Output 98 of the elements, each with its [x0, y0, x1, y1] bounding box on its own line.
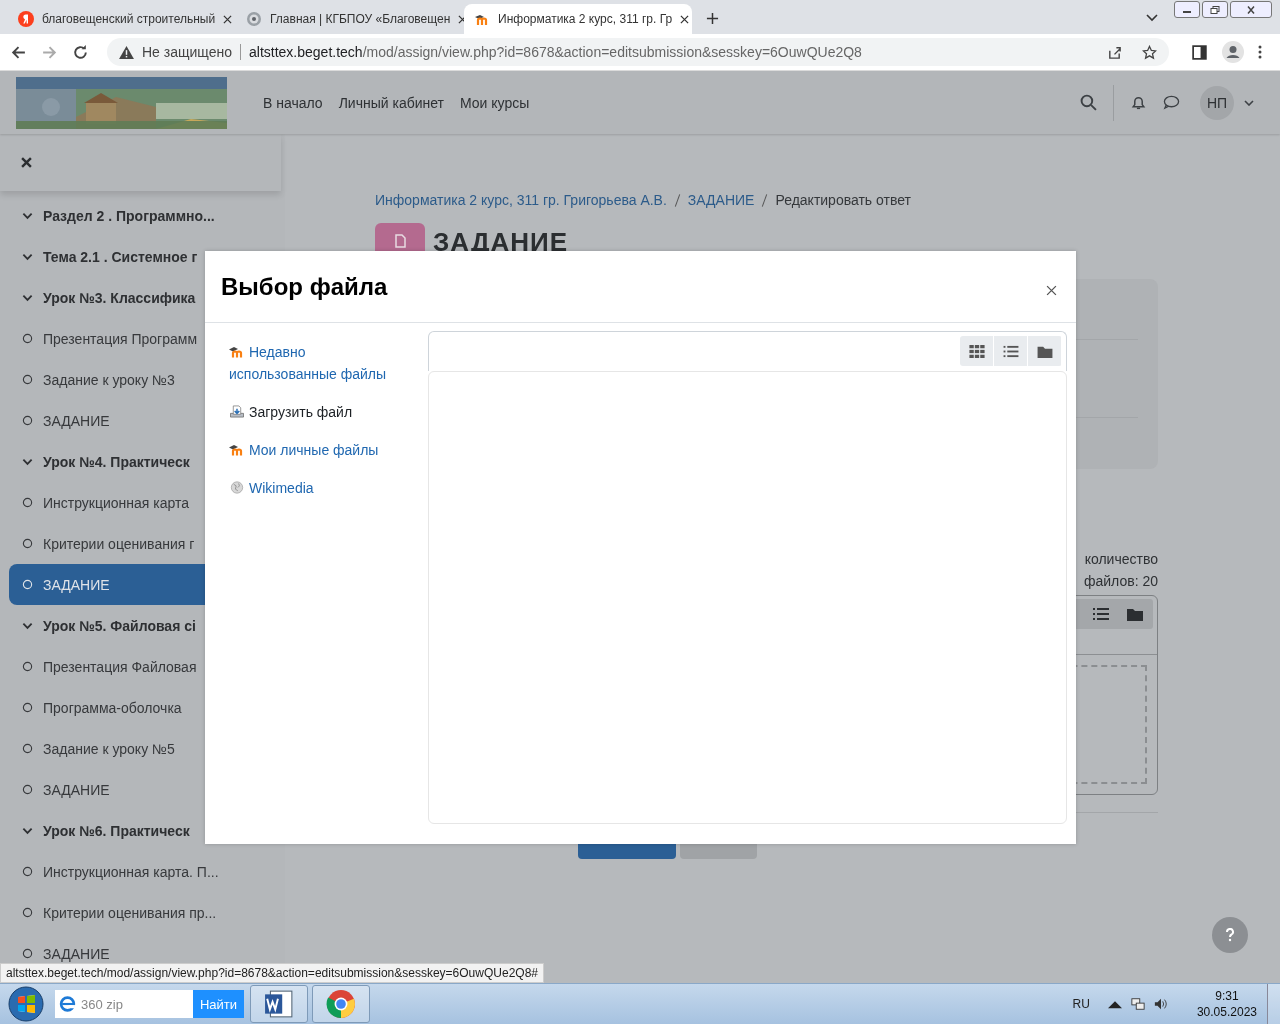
- breadcrumb-link[interactable]: ЗАДАНИЕ: [687, 192, 755, 208]
- address-bar[interactable]: Не защищено altsttex.beget.tech/mod/assign/view.php?id=8678&action=editsubmission&sesskey=6OuwQUe2Q8: [107, 38, 1169, 66]
- language-indicator[interactable]: RU: [1072, 997, 1090, 1011]
- url-text: altsttex.beget.tech/mod/assign/view.php?id=8678&action=editsubmission&sesskey=6OuwQUe2Q8: [249, 44, 862, 60]
- browser-tab[interactable]: Информатика 2 курс, 311 гр. Гр: [464, 4, 692, 34]
- page-title: ЗАДАНИЕ: [433, 226, 569, 257]
- course-index-item[interactable]: Раздел 2 . Программно...: [9, 195, 275, 236]
- course-index-item[interactable]: ЗАДАНИЕ: [9, 769, 275, 810]
- circle-icon: [22, 743, 33, 754]
- circle-icon: [22, 948, 33, 959]
- restore-icon: [1210, 5, 1220, 14]
- upload-icon: [229, 405, 245, 418]
- user-avatar[interactable]: НП: [1200, 85, 1234, 120]
- browser-icon[interactable]: [55, 990, 81, 1018]
- new-tab-icon[interactable]: [706, 12, 719, 25]
- repository-link[interactable]: Недавно использованные файлы: [229, 341, 417, 385]
- close-button[interactable]: [1230, 1, 1272, 18]
- find-button[interactable]: Найти: [193, 990, 244, 1018]
- course-index-item[interactable]: Урок №5. Файловая сі: [9, 605, 275, 646]
- help-button[interactable]: [1212, 917, 1248, 953]
- share-icon[interactable]: [1107, 44, 1122, 60]
- globe-icon: [229, 481, 245, 494]
- nav-link[interactable]: Мои курсы: [459, 94, 530, 111]
- circle-icon: [22, 538, 33, 549]
- circle-icon: [22, 579, 33, 590]
- warning-icon: [119, 45, 134, 59]
- start-button[interactable]: [8, 986, 44, 1022]
- chevron-down-icon: [22, 621, 33, 630]
- restore-button[interactable]: [1202, 1, 1228, 18]
- network-icon[interactable]: [1130, 997, 1145, 1011]
- circle-icon: [22, 497, 33, 508]
- list-view-icon[interactable]: [1093, 607, 1109, 621]
- limit-text: количество: [1084, 550, 1158, 569]
- url-tooltip: altsttex.beget.tech/mod/assign/view.php?id=8678&action=editsubmission&sesskey=6OuwQUe2Q8#: [0, 963, 544, 983]
- show-desktop-button[interactable]: [1267, 984, 1280, 1024]
- bell-icon[interactable]: [1130, 94, 1147, 111]
- search-icon[interactable]: [1080, 94, 1097, 111]
- circle-icon: [22, 784, 33, 795]
- chevron-down-icon: [22, 826, 33, 835]
- profile-icon[interactable]: [1222, 41, 1244, 63]
- question-icon: [1225, 928, 1235, 942]
- chevron-down-icon: [22, 457, 33, 466]
- repository-link[interactable]: Мои личные файлы: [229, 439, 417, 461]
- folder-icon[interactable]: [1127, 607, 1143, 621]
- course-index-item[interactable]: Критерии оценивания пр...: [9, 892, 275, 933]
- document-icon: [264, 989, 294, 1019]
- course-index-item[interactable]: Презентация Файловая: [9, 646, 275, 687]
- course-index-item[interactable]: Критерии оценивания г: [9, 523, 275, 564]
- chrome-taskbar-button[interactable]: [312, 985, 370, 1023]
- close-icon: [1246, 5, 1256, 14]
- nav-link[interactable]: В начало: [263, 94, 323, 111]
- reload-icon[interactable]: [72, 43, 89, 61]
- globe-icon: [246, 11, 262, 27]
- browser-tab[interactable]: благовещенский строительный: [8, 4, 236, 34]
- browser-logo-icon: [326, 989, 356, 1019]
- word-taskbar-button[interactable]: [250, 985, 308, 1023]
- close-icon[interactable]: [21, 157, 32, 168]
- menu-icon[interactable]: [1258, 44, 1262, 60]
- moodle-icon: [229, 443, 245, 456]
- volume-icon[interactable]: [1153, 997, 1168, 1011]
- circle-icon: [22, 866, 33, 877]
- course-index-item[interactable]: Урок №6. Практическ: [9, 810, 275, 851]
- repository-link[interactable]: Загрузить файл: [229, 401, 417, 423]
- star-icon[interactable]: [1142, 44, 1157, 60]
- security-label: Не защищено: [142, 44, 232, 60]
- clock-date[interactable]: 30.05.2023: [1196, 1004, 1257, 1020]
- course-index-item[interactable]: Задание к уроку №5: [9, 728, 275, 769]
- yandex-icon: [18, 11, 34, 27]
- circle-icon: [22, 333, 33, 344]
- chat-icon[interactable]: [1163, 94, 1180, 111]
- folder-icon: [1036, 344, 1053, 358]
- close-icon[interactable]: [1046, 285, 1057, 296]
- search-field[interactable]: 360 zip: [81, 990, 193, 1018]
- course-index-item[interactable]: Инструкционная карта. П...: [9, 851, 275, 892]
- clock-time[interactable]: 9:31: [1215, 988, 1239, 1004]
- grid-icon: [968, 344, 985, 358]
- circle-icon: [22, 907, 33, 918]
- moodle-icon: [229, 345, 245, 358]
- breadcrumb-link[interactable]: Информатика 2 курс, 311 гр. Григорьева А.В.: [375, 192, 667, 208]
- repository-link[interactable]: Wikimedia: [229, 477, 417, 499]
- course-index-item[interactable]: Программа-оболочка: [9, 687, 275, 728]
- circle-icon: [22, 374, 33, 385]
- circle-icon: [22, 415, 33, 426]
- close-icon[interactable]: [680, 14, 690, 24]
- close-icon[interactable]: [223, 14, 233, 24]
- side-panel-icon[interactable]: [1191, 43, 1208, 61]
- breadcrumb-current: Редактировать ответ: [775, 192, 911, 208]
- nav-link[interactable]: Личный кабинет: [338, 94, 444, 111]
- list-icon: [1002, 344, 1019, 358]
- limit-text: файлов: 20: [1083, 572, 1158, 591]
- chevron-down-icon[interactable]: [1146, 14, 1158, 22]
- minimize-button[interactable]: [1174, 1, 1200, 18]
- chevron-down-icon: [22, 252, 33, 261]
- chevron-down-icon: [22, 211, 33, 220]
- circle-icon: [22, 661, 33, 672]
- chevron-down-icon: [22, 293, 33, 302]
- circle-icon: [22, 702, 33, 713]
- caret-icon[interactable]: [1244, 99, 1254, 106]
